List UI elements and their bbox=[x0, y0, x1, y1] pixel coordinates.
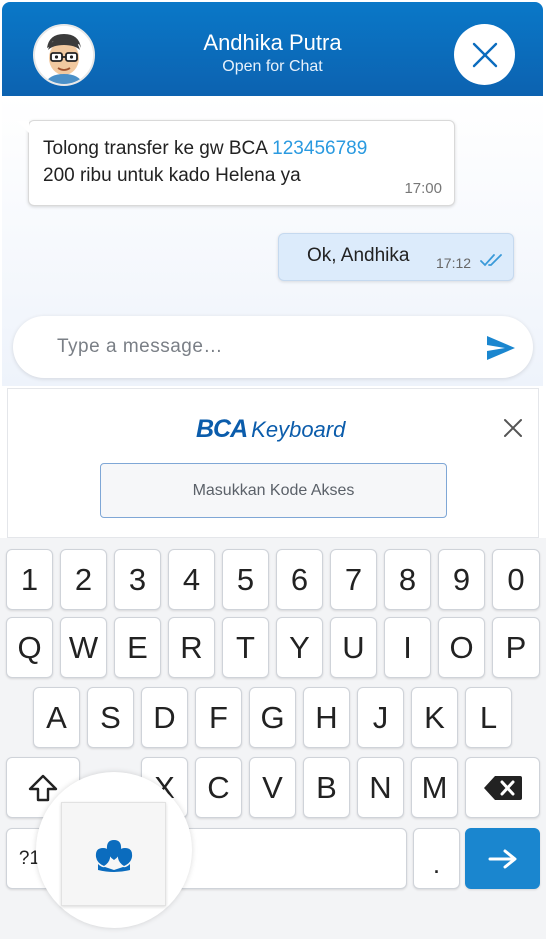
key-8[interactable]: 8 bbox=[384, 549, 431, 610]
enter-key[interactable] bbox=[465, 828, 540, 889]
key-g[interactable]: G bbox=[249, 687, 296, 748]
bubble-tail bbox=[17, 121, 29, 133]
key-u[interactable]: U bbox=[330, 617, 377, 678]
incoming-message-bubble[interactable]: Tolong transfer ke gw BCA 123456789 200 … bbox=[17, 120, 455, 206]
close-icon bbox=[472, 42, 497, 67]
message-time: 17:00 bbox=[404, 180, 442, 197]
message-composer bbox=[13, 316, 533, 378]
bca-logo-key[interactable] bbox=[61, 802, 166, 906]
key-b[interactable]: B bbox=[303, 757, 350, 818]
key-a[interactable]: A bbox=[33, 687, 80, 748]
key-4[interactable]: 4 bbox=[168, 549, 215, 610]
arrow-right-icon bbox=[488, 849, 516, 868]
bca-keyboard-logo: BCA Keyboard bbox=[196, 415, 345, 444]
key-h[interactable]: H bbox=[303, 687, 350, 748]
key-y[interactable]: Y bbox=[276, 617, 323, 678]
bca-keyboard-panel: BCA Keyboard Masukkan Kode Akses bbox=[7, 388, 539, 538]
key-m[interactable]: M bbox=[411, 757, 458, 818]
message-input[interactable] bbox=[57, 330, 457, 364]
key-2[interactable]: 2 bbox=[60, 549, 107, 610]
app-frame: Andhika Putra Open for Chat Tolong trans… bbox=[0, 0, 546, 939]
bca-logo-text: BCA bbox=[196, 415, 248, 443]
key-s[interactable]: S bbox=[87, 687, 134, 748]
access-code-field[interactable]: Masukkan Kode Akses bbox=[100, 463, 447, 518]
close-icon[interactable] bbox=[502, 417, 524, 439]
key-7[interactable]: 7 bbox=[330, 549, 377, 610]
message-text: Tolong transfer ke gw BCA 123456789 200 … bbox=[43, 135, 433, 189]
outgoing-message-bubble[interactable]: Ok, Andhika 17:12 bbox=[278, 233, 514, 281]
key-t[interactable]: T bbox=[222, 617, 269, 678]
key-0[interactable]: 0 bbox=[492, 549, 540, 610]
key-c[interactable]: C bbox=[195, 757, 242, 818]
message-line1: Tolong transfer ke gw BCA bbox=[43, 138, 273, 159]
double-check-icon bbox=[480, 254, 502, 267]
key-v[interactable]: V bbox=[249, 757, 296, 818]
backspace-key[interactable] bbox=[465, 757, 540, 818]
key-q[interactable]: Q bbox=[6, 617, 53, 678]
bca-logo-icon bbox=[95, 840, 132, 872]
message-time: 17:12 bbox=[436, 255, 472, 271]
key-i[interactable]: I bbox=[384, 617, 431, 678]
key-6[interactable]: 6 bbox=[276, 549, 323, 610]
chat-header: Andhika Putra Open for Chat bbox=[2, 2, 543, 96]
key-1[interactable]: 1 bbox=[6, 549, 53, 610]
key-o[interactable]: O bbox=[438, 617, 485, 678]
message-text: Ok, Andhika bbox=[307, 245, 410, 266]
key-j[interactable]: J bbox=[357, 687, 404, 748]
key-9[interactable]: 9 bbox=[438, 549, 485, 610]
key-p[interactable]: P bbox=[492, 617, 540, 678]
key-3[interactable]: 3 bbox=[114, 549, 161, 610]
send-icon[interactable] bbox=[485, 334, 517, 362]
key-r[interactable]: R bbox=[168, 617, 215, 678]
key-l[interactable]: L bbox=[465, 687, 512, 748]
account-number-link[interactable]: 123456789 bbox=[272, 138, 367, 159]
period-key[interactable]: . bbox=[413, 828, 460, 889]
message-line2: 200 ribu untuk kado Helena ya bbox=[43, 165, 301, 186]
close-chat-button[interactable] bbox=[454, 24, 515, 85]
key-5[interactable]: 5 bbox=[222, 549, 269, 610]
key-k[interactable]: K bbox=[411, 687, 458, 748]
backspace-icon bbox=[483, 775, 522, 800]
key-n[interactable]: N bbox=[357, 757, 404, 818]
key-f[interactable]: F bbox=[195, 687, 242, 748]
key-d[interactable]: D bbox=[141, 687, 188, 748]
keyboard-logo-text: Keyboard bbox=[251, 417, 346, 442]
key-w[interactable]: W bbox=[60, 617, 107, 678]
key-e[interactable]: E bbox=[114, 617, 161, 678]
